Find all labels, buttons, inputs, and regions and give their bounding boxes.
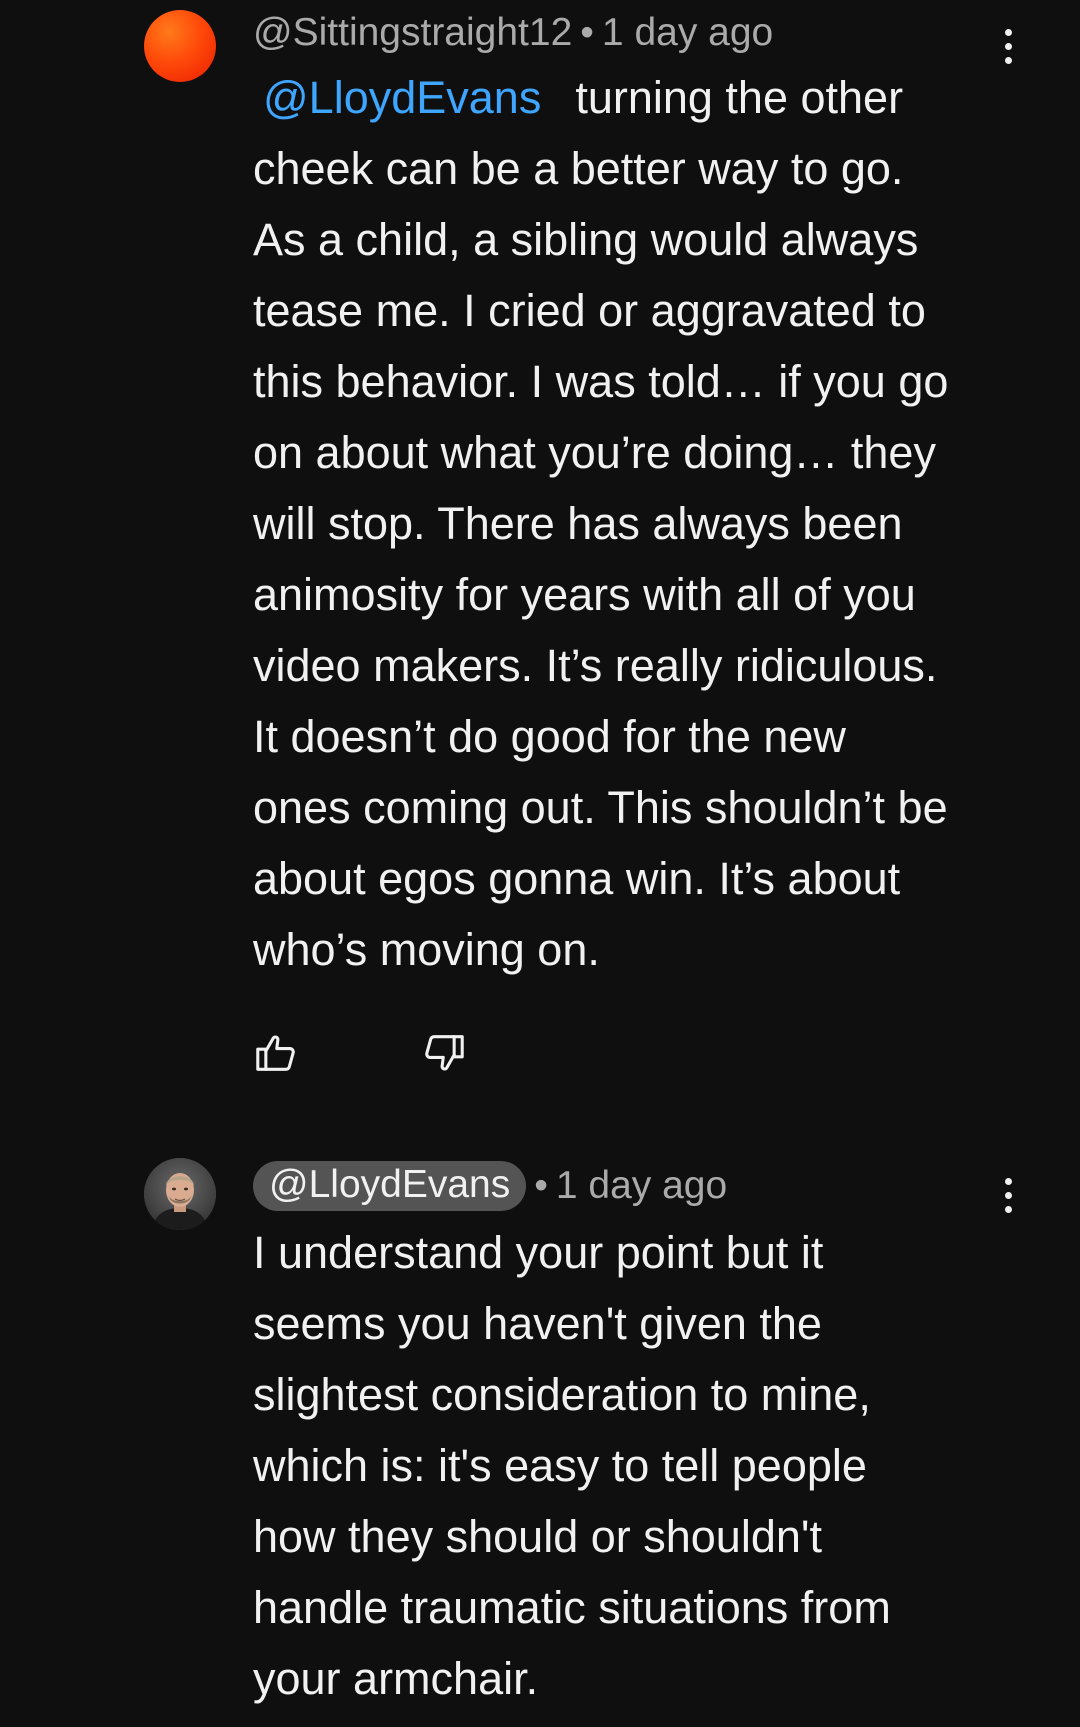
comment-header: @Sittingstraight12 • 1 day ago <box>253 8 773 58</box>
mention-link[interactable]: @LloydEvans <box>263 72 541 123</box>
comment-line: @LloydEvans turning the other <box>253 62 1013 133</box>
comment-line: this behavior. I was told… if you go <box>253 356 949 407</box>
comment-line: slightest consideration to mine, <box>253 1369 871 1420</box>
comment-line: on about what you’re doing… they <box>253 427 936 478</box>
comment-line: ones coming out. This shouldn’t be <box>253 782 948 833</box>
author-name[interactable]: @LloydEvans <box>253 1161 527 1211</box>
comment-line: tease me. I cried or aggravated to <box>253 285 926 336</box>
comment-text-segment: turning the other <box>575 72 904 123</box>
avatar[interactable] <box>144 1158 216 1230</box>
separator: • <box>580 11 594 54</box>
thumb-up-icon <box>256 1035 295 1071</box>
comment-text: @LloydEvans turning the other cheek can b… <box>253 62 1013 985</box>
avatar-photo <box>144 1158 216 1230</box>
comment-line: which is: it's easy to tell people <box>253 1440 867 1491</box>
comment-line: I understand your point but it <box>253 1227 824 1278</box>
more-vert-icon[interactable] <box>990 1165 1026 1225</box>
comment-line: your armchair. <box>253 1653 539 1704</box>
author-name[interactable]: @Sittingstraight12 <box>253 11 572 55</box>
comment-line: how they should or shouldn't <box>253 1511 822 1562</box>
comment-line: As a child, a sibling would always <box>253 214 919 265</box>
comment-line: seems you haven't given the <box>253 1298 822 1349</box>
comment-header: @LloydEvans • 1 day ago <box>253 1158 727 1214</box>
avatar[interactable] <box>144 10 216 82</box>
comment-line: handle traumatic situations from <box>253 1582 891 1633</box>
comment-text: I understand your point but it seems you… <box>253 1217 1013 1714</box>
dislike-button[interactable] <box>418 1027 470 1079</box>
timestamp: 1 day ago <box>555 1164 728 1207</box>
separator: • <box>534 1164 548 1207</box>
comment-line: about egos gonna win. It’s about <box>253 853 901 904</box>
comment-line: animosity for years with all of you <box>253 569 916 620</box>
comment-line: video makers. It’s really ridiculous. <box>253 640 938 691</box>
like-button[interactable] <box>250 1027 302 1079</box>
comment-line: will stop. There has always been <box>253 498 903 549</box>
comment-line: who’s moving on. <box>253 924 600 975</box>
thumb-down-icon <box>425 1035 464 1071</box>
timestamp: 1 day ago <box>601 11 774 54</box>
comment-line: It doesn’t do good for the new <box>253 711 846 762</box>
comment-line: cheek can be a better way to go. <box>253 143 904 194</box>
